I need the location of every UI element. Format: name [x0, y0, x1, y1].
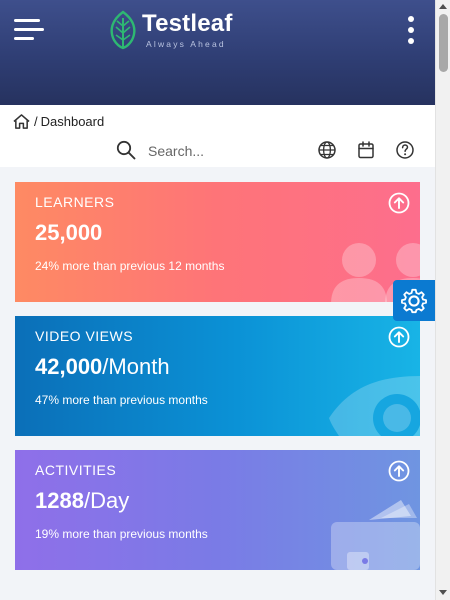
- globe-icon[interactable]: [317, 140, 337, 160]
- card-subtitle: 24% more than previous 12 months: [35, 259, 225, 273]
- learners-card[interactable]: LEARNERS 25,000 24% more than previous 1…: [15, 182, 420, 302]
- breadcrumb: / Dashboard: [12, 112, 104, 130]
- gear-icon: [401, 288, 427, 314]
- search-icon[interactable]: [116, 140, 136, 160]
- leaf-logo-icon: [110, 10, 136, 50]
- brand-logo[interactable]: Testleaf Always Ahead: [108, 8, 248, 54]
- breadcrumb-separator: /: [34, 113, 38, 129]
- breadcrumb-current: Dashboard: [40, 113, 105, 129]
- calendar-icon[interactable]: [356, 140, 376, 160]
- arrow-up-circle-icon[interactable]: [388, 326, 410, 348]
- scrollbar-thumb[interactable]: [439, 14, 448, 72]
- more-vertical-icon[interactable]: [404, 16, 418, 46]
- brand-tagline: Always Ahead: [146, 39, 226, 49]
- activities-card[interactable]: ACTIVITIES 1288/Day 19% more than previo…: [15, 450, 420, 570]
- scroll-up-arrow-icon[interactable]: [439, 4, 447, 9]
- arrow-up-circle-icon[interactable]: [388, 460, 410, 482]
- card-value: 1288/Day: [35, 488, 130, 513]
- page-toolbar: / Dashboard: [0, 105, 435, 167]
- search-input[interactable]: [148, 141, 298, 161]
- app-header: Testleaf Always Ahead: [0, 0, 435, 105]
- wallet-icon: [331, 500, 420, 570]
- app-root: Testleaf Always Ahead / Dashboard Search…: [0, 0, 435, 600]
- home-icon[interactable]: [12, 113, 31, 130]
- settings-button[interactable]: [393, 280, 435, 321]
- video-views-card[interactable]: VIDEO VIEWS 42,000/Month 47% more than p…: [15, 316, 420, 436]
- card-subtitle: 19% more than previous months: [35, 527, 208, 541]
- eye-icon: [329, 376, 420, 436]
- card-title: LEARNERS: [35, 194, 115, 210]
- card-title: ACTIVITIES: [35, 462, 117, 478]
- vertical-scrollbar[interactable]: [435, 0, 450, 600]
- card-value: 42,000/Month: [35, 354, 170, 379]
- card-value: 25,000: [35, 220, 103, 245]
- search-box: [116, 140, 306, 162]
- brand-name: Testleaf: [142, 10, 233, 37]
- card-title: VIDEO VIEWS: [35, 328, 134, 344]
- hamburger-menu-icon[interactable]: [14, 18, 46, 44]
- arrow-up-circle-icon[interactable]: [388, 192, 410, 214]
- scroll-down-arrow-icon[interactable]: [439, 590, 447, 595]
- help-icon[interactable]: [395, 140, 415, 160]
- card-subtitle: 47% more than previous months: [35, 393, 208, 407]
